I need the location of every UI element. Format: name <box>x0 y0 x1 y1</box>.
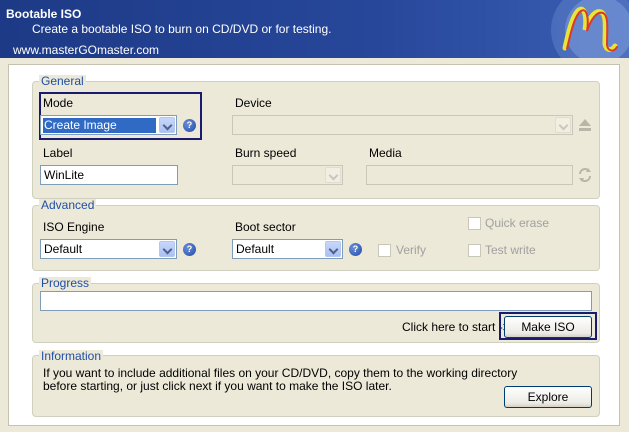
chevron-down-icon[interactable] <box>159 117 175 133</box>
chevron-down-icon[interactable] <box>325 167 341 183</box>
chevron-down-icon[interactable] <box>555 117 571 133</box>
mode-help-icon[interactable]: ? <box>183 119 196 132</box>
label-input[interactable] <box>40 165 178 185</box>
verify-label: Verify <box>396 243 427 257</box>
boot-sector-select-value: Default <box>236 242 275 256</box>
mode-label: Mode <box>43 96 74 110</box>
device-select[interactable] <box>232 115 573 135</box>
boot-sector-label: Boot sector <box>235 220 296 234</box>
media-label: Media <box>369 146 402 160</box>
header-banner: Bootable ISO Create a bootable ISO to bu… <box>0 0 629 58</box>
make-iso-button[interactable]: Make ISO <box>504 316 592 338</box>
progress-bar <box>40 291 592 311</box>
start-hint: Click here to start -> <box>402 320 510 334</box>
nlite-logo-icon <box>551 0 629 58</box>
boot-sector-select[interactable]: Default <box>232 239 343 259</box>
site-link: www.masterGOmaster.com <box>13 43 160 57</box>
main-area: General Mode Create Image ? Device Label… <box>0 58 629 432</box>
quick-erase-checkbox[interactable] <box>468 217 481 230</box>
verify-checkbox[interactable] <box>378 244 391 257</box>
device-label: Device <box>235 96 272 110</box>
mode-select[interactable]: Create Image <box>40 115 177 135</box>
page-title: Bootable ISO <box>6 7 82 21</box>
refresh-icon[interactable] <box>577 167 593 183</box>
burn-speed-label: Burn speed <box>235 146 297 160</box>
content-panel: General Mode Create Image ? Device Label… <box>8 64 620 426</box>
chevron-down-icon[interactable] <box>159 241 175 257</box>
eject-icon[interactable] <box>577 117 593 133</box>
general-legend: General <box>39 74 86 88</box>
chevron-down-icon[interactable] <box>325 241 341 257</box>
explore-button[interactable]: Explore <box>504 386 592 408</box>
boot-sector-help-icon[interactable]: ? <box>349 243 362 256</box>
iso-engine-help-icon[interactable]: ? <box>183 243 196 256</box>
information-text-line2: before starting, or just click next if y… <box>43 379 392 393</box>
test-write-checkbox[interactable] <box>468 244 481 257</box>
label-label: Label <box>43 146 73 160</box>
advanced-group <box>32 205 600 271</box>
media-field <box>366 165 573 185</box>
iso-engine-label: ISO Engine <box>43 220 105 234</box>
advanced-legend: Advanced <box>39 198 97 212</box>
test-write-label: Test write <box>485 243 536 257</box>
information-text-line1: If you want to include additional files … <box>43 366 518 380</box>
progress-legend: Progress <box>39 276 92 290</box>
iso-engine-select[interactable]: Default <box>40 239 177 259</box>
page-subtitle: Create a bootable ISO to burn on CD/DVD … <box>32 22 332 36</box>
quick-erase-label: Quick erase <box>485 216 550 230</box>
iso-engine-select-value: Default <box>44 242 83 256</box>
mode-select-value: Create Image <box>43 118 156 133</box>
burn-speed-select[interactable] <box>232 165 343 185</box>
information-legend: Information <box>39 349 104 363</box>
